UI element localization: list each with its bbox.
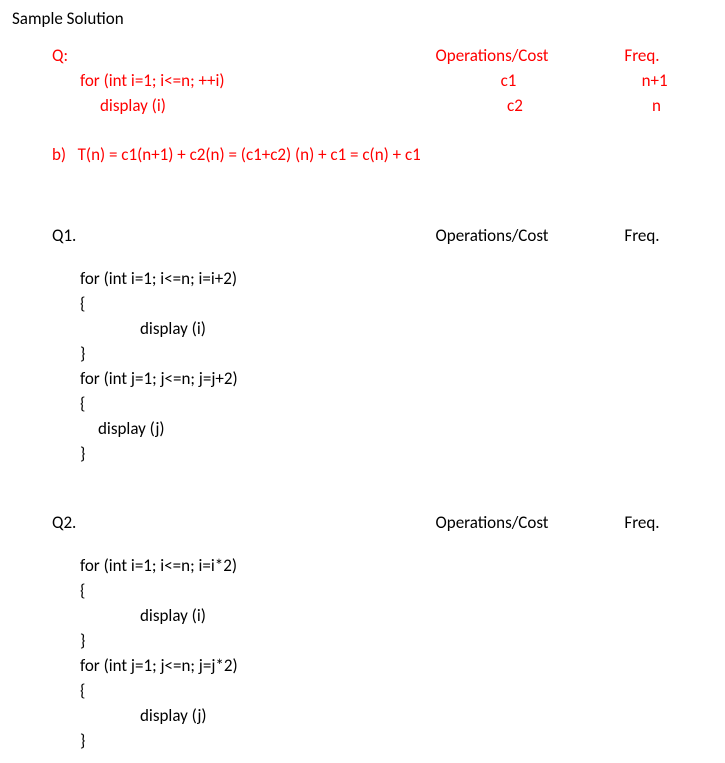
q2-code-l8: } bbox=[12, 730, 430, 751]
page-title: Sample Solution bbox=[12, 8, 713, 29]
partb-text: T(n) = c1(n+1) + c2(n) = (c1+c2) (n) + c… bbox=[78, 144, 421, 165]
q2-label: Q2. bbox=[12, 512, 402, 533]
q2-code-l4: } bbox=[12, 630, 430, 651]
q2-freq-header: Freq. bbox=[582, 512, 702, 533]
example-line2-freq: n bbox=[600, 95, 713, 116]
q1-ops-header: Operations/Cost bbox=[402, 225, 582, 246]
example-header-row: Q: Operations/Cost Freq. bbox=[12, 45, 713, 66]
q2-ops-header: Operations/Cost bbox=[402, 512, 582, 533]
example-line1-freq: n+1 bbox=[596, 70, 713, 91]
example-line1: for (int i=1; i<=n; ++i) c1 n+1 bbox=[12, 70, 713, 91]
q2-header-row: Q2. Operations/Cost Freq. bbox=[12, 512, 713, 533]
example-label: Q: bbox=[12, 45, 402, 66]
q1-code-l8: } bbox=[12, 443, 430, 464]
part-b-line: b) T(n) = c1(n+1) + c2(n) = (c1+c2) (n) … bbox=[12, 144, 713, 165]
q1-code-l3: display (i) bbox=[12, 318, 490, 339]
q1-label: Q1. bbox=[12, 225, 402, 246]
example-line2-code: display (i) bbox=[12, 95, 430, 116]
example-line2: display (i) c2 n bbox=[12, 95, 713, 116]
q1-code-l1: for (int i=1; i<=n; i=i+2) bbox=[12, 268, 430, 289]
q2-code-l6: { bbox=[12, 680, 430, 701]
q1-code-l4: } bbox=[12, 343, 430, 364]
example-ops-header: Operations/Cost bbox=[402, 45, 582, 66]
partb-label: b) bbox=[52, 144, 66, 165]
example-line1-code: for (int i=1; i<=n; ++i) bbox=[12, 70, 421, 91]
q1-code-l6: { bbox=[12, 393, 430, 414]
q1-code-l5: for (int j=1; j<=n; j=j+2) bbox=[12, 368, 430, 389]
q2-code-l7: display (j) bbox=[12, 705, 490, 726]
example-freq-header: Freq. bbox=[582, 45, 702, 66]
example-line2-ops: c2 bbox=[430, 95, 600, 116]
q2-code-l2: { bbox=[12, 580, 430, 601]
example-line1-ops: c1 bbox=[421, 70, 596, 91]
q1-code-l7: display (j) bbox=[12, 418, 448, 439]
q1-code-l2: { bbox=[12, 293, 430, 314]
q1-freq-header: Freq. bbox=[582, 225, 702, 246]
q1-header-row: Q1. Operations/Cost Freq. bbox=[12, 225, 713, 246]
q2-code-l5: for (int j=1; j<=n; j=j*2) bbox=[12, 655, 430, 676]
q2-code-l3: display (i) bbox=[12, 605, 490, 626]
q2-code-l1: for (int i=1; i<=n; i=i*2) bbox=[12, 555, 430, 576]
